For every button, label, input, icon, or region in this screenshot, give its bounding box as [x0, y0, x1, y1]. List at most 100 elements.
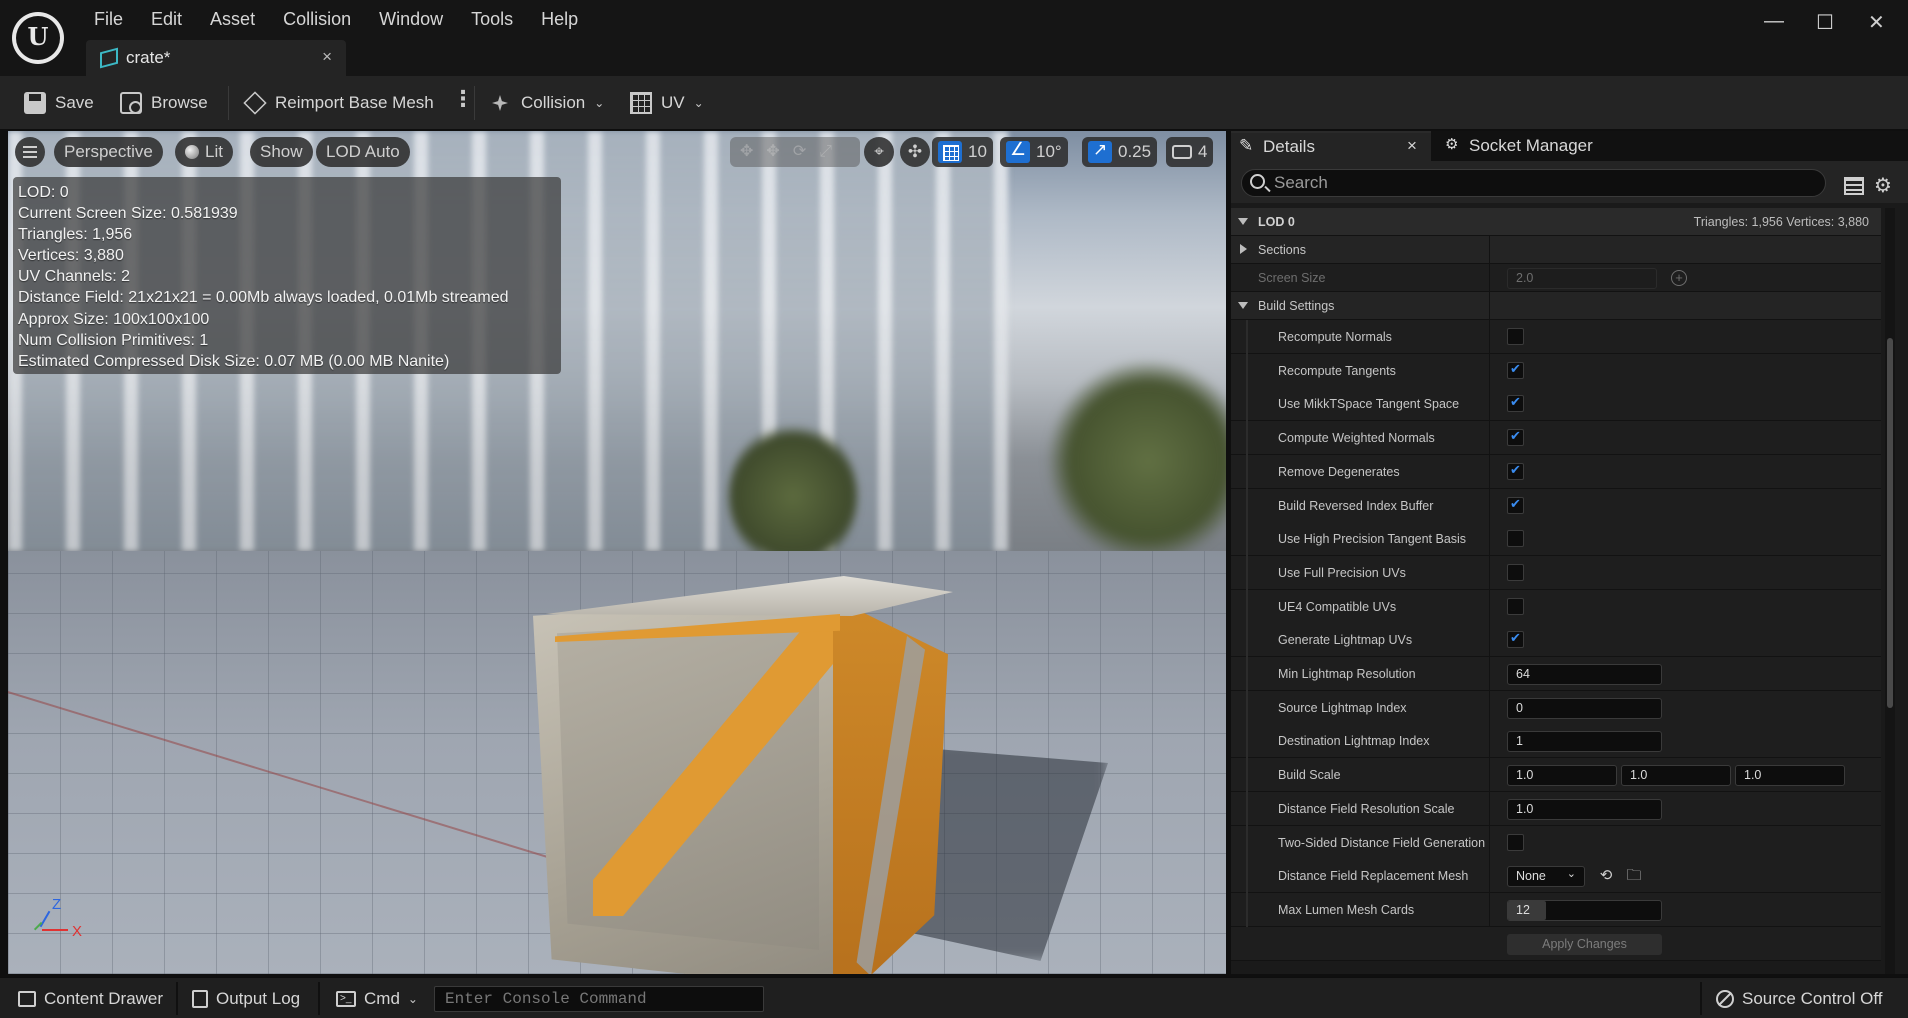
output-log-button[interactable]: Output Log: [192, 984, 300, 1014]
uv-dropdown[interactable]: UV ⌄: [630, 88, 704, 118]
collision-label: Collision: [521, 93, 586, 112]
camera-speed-button[interactable]: 4: [1166, 137, 1214, 167]
logo-text: U: [27, 22, 49, 51]
source-lightmap-index-field[interactable]: 0: [1507, 698, 1662, 719]
compute-weighted-normals-checkbox[interactable]: [1507, 428, 1524, 446]
reimport-base-mesh-button[interactable]: Reimport Base Mesh: [243, 88, 434, 118]
crate-mesh-preview[interactable]: [533, 576, 958, 974]
menu-asset[interactable]: Asset: [196, 8, 269, 34]
column-divider: [1489, 556, 1490, 590]
content-drawer-label: Content Drawer: [44, 989, 164, 1008]
destination-lightmap-index-field[interactable]: 1: [1507, 731, 1662, 752]
recompute-tangents-checkbox[interactable]: [1507, 361, 1524, 379]
build-settings-category[interactable]: Build Settings: [1231, 292, 1881, 320]
max-lumen-mesh-cards-field[interactable]: 12: [1507, 900, 1662, 921]
property-matrix-icon[interactable]: [1844, 177, 1864, 195]
menu-edit[interactable]: Edit: [137, 8, 196, 34]
menu-collision[interactable]: Collision: [269, 8, 365, 34]
maximize-window-button[interactable]: ☐: [1816, 10, 1834, 35]
output-log-icon: [192, 990, 208, 1008]
statusbar-divider: [176, 982, 178, 1015]
column-divider: [1489, 236, 1490, 264]
surface-snapping-icon[interactable]: ⌖: [864, 137, 894, 167]
viewport-options-button[interactable]: [15, 137, 45, 167]
use-high-precision-tangent-basis-checkbox[interactable]: [1507, 530, 1524, 547]
lod-auto-button[interactable]: LOD Auto: [316, 137, 410, 167]
details-scrollbar[interactable]: [1885, 208, 1895, 974]
lit-view-mode-button[interactable]: Lit: [175, 137, 233, 167]
scale-snap-icon: [1088, 140, 1112, 163]
tab-details[interactable]: Details ×: [1231, 131, 1431, 161]
build-scale-y-field[interactable]: 1.0: [1621, 765, 1731, 786]
remove-degenerates-checkbox[interactable]: [1507, 462, 1524, 480]
recompute-normals-checkbox[interactable]: [1507, 328, 1524, 345]
lod-0-header[interactable]: LOD 0 Triangles: 1,956 Vertices: 3,880: [1231, 208, 1881, 236]
stat-disk-size: Estimated Compressed Disk Size: 0.07 MB …: [18, 352, 450, 370]
menu-window[interactable]: Window: [365, 8, 457, 34]
more-options-icon[interactable]: ⋮: [452, 86, 474, 112]
use-mikktspace-tangent-space-checkbox[interactable]: [1507, 394, 1524, 412]
local-world-coordinates-icon[interactable]: ✣: [900, 137, 930, 167]
property-row-distance-field-replacement-mesh: Distance Field Replacement Mesh None ⌄ ⟲ 🗀: [1231, 859, 1881, 893]
browse-button[interactable]: Browse: [120, 88, 208, 118]
indent-guide: [1246, 691, 1248, 725]
menu-help[interactable]: Help: [527, 8, 592, 34]
use-full-precision-uvs-checkbox[interactable]: [1507, 564, 1524, 581]
statusbar-divider: [1700, 982, 1702, 1015]
min-lightmap-resolution-field[interactable]: 64: [1507, 664, 1662, 685]
scrollbar-thumb[interactable]: [1887, 338, 1893, 708]
stat-lod: LOD: 0: [18, 184, 69, 201]
apply-changes-button[interactable]: Apply Changes: [1507, 934, 1662, 955]
two-sided-distance-field-generation-checkbox[interactable]: [1507, 834, 1524, 851]
column-divider: [1489, 691, 1490, 725]
stat-distance-field: Distance Field: 21x21x21 = 0.00Mb always…: [18, 289, 509, 307]
unreal-logo-icon[interactable]: U: [12, 12, 64, 64]
content-drawer-button[interactable]: Content Drawer: [18, 984, 163, 1014]
settings-gear-icon[interactable]: ⚙: [1874, 176, 1894, 196]
menu-file[interactable]: File: [80, 8, 137, 34]
console-command-input[interactable]: [435, 987, 763, 1011]
property-row-recompute-normals: Recompute Normals: [1231, 320, 1881, 354]
background-tree: [728, 421, 858, 571]
distance-field-replacement-mesh-dropdown[interactable]: None ⌄: [1507, 866, 1585, 887]
build-reversed-index-buffer-checkbox[interactable]: [1507, 496, 1524, 514]
close-tab-icon[interactable]: ×: [322, 47, 332, 67]
document-tab-crate[interactable]: crate* ×: [86, 40, 346, 76]
property-row-use-high-precision-tangent-basis: Use High Precision Tangent Basis: [1231, 522, 1881, 556]
pencil-icon: [1239, 136, 1255, 156]
show-flags-button[interactable]: Show: [250, 137, 313, 167]
save-button[interactable]: Save: [24, 88, 94, 118]
property-label: Build Scale: [1278, 768, 1341, 782]
close-details-tab-icon[interactable]: ×: [1407, 136, 1417, 156]
sections-category[interactable]: Sections: [1231, 236, 1881, 264]
details-search-input[interactable]: [1274, 172, 1814, 194]
menu-tools[interactable]: Tools: [457, 8, 527, 34]
build-scale-x-field[interactable]: 1.0: [1507, 765, 1617, 786]
mesh-viewport[interactable]: Perspective Lit Show LOD Auto ✥✥⟳⤢ ⌖ ✣ 1…: [8, 131, 1226, 974]
distance-field-resolution-scale-field[interactable]: 1.0: [1507, 799, 1662, 820]
cmd-dropdown[interactable]: >_ Cmd ⌄: [336, 984, 418, 1014]
indent-guide: [1246, 859, 1248, 893]
use-selected-asset-icon[interactable]: ⟲: [1597, 867, 1615, 885]
generate-lightmap-uvs-checkbox[interactable]: [1507, 630, 1524, 648]
browse-folder-icon[interactable]: 🗀: [1625, 867, 1643, 885]
collision-dropdown[interactable]: Collision ⌄: [488, 88, 604, 118]
source-control-button[interactable]: Source Control Off: [1716, 984, 1882, 1014]
ue4-compatible-uvs-checkbox[interactable]: [1507, 598, 1524, 615]
close-window-button[interactable]: ✕: [1868, 10, 1885, 35]
build-scale-z-field[interactable]: 1.0: [1735, 765, 1845, 786]
rotation-snap-toggle[interactable]: 10°: [1000, 137, 1068, 167]
property-label: Remove Degenerates: [1278, 465, 1400, 479]
minimize-window-button[interactable]: —: [1764, 10, 1784, 33]
hamburger-menu-icon: [23, 146, 37, 158]
field-value: 1.0: [1630, 768, 1648, 782]
tab-socket-manager[interactable]: Socket Manager: [1437, 131, 1637, 161]
grid-snap-toggle[interactable]: 10: [932, 137, 993, 167]
angle-snap-icon: [1006, 139, 1030, 163]
cmd-label: Cmd: [364, 989, 400, 1008]
rotation-snap-value: 10°: [1036, 142, 1062, 161]
indent-guide: [1246, 354, 1248, 388]
chevron-down-icon: ⌄: [594, 96, 605, 110]
scale-snap-toggle[interactable]: 0.25: [1082, 137, 1158, 167]
perspective-view-button[interactable]: Perspective: [54, 137, 163, 167]
